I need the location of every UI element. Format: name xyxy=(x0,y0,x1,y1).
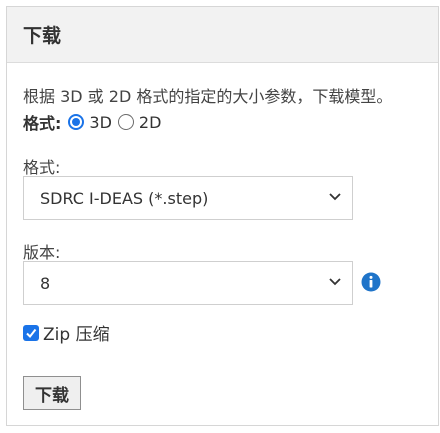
radio-3d[interactable] xyxy=(68,114,85,130)
zip-label[interactable]: Zip 压缩 xyxy=(43,320,110,345)
panel-header: 下载 xyxy=(7,7,438,63)
download-panel: 下载 根据 3D 或 2D 格式的指定的大小参数，下载模型。 格式: 3D 2D… xyxy=(6,6,439,426)
format-select[interactable]: SDRC I-DEAS (*.step) xyxy=(23,176,353,220)
radio-2d-label[interactable]: 2D xyxy=(139,113,162,132)
zip-option[interactable]: Zip 压缩 xyxy=(23,320,110,345)
version-select[interactable]: 8 xyxy=(23,261,353,305)
version-label: 版本: xyxy=(23,243,61,262)
format-type-row: 格式: 3D 2D xyxy=(23,110,167,134)
panel-title: 下载 xyxy=(23,25,62,47)
version-select-value: 8 xyxy=(40,273,51,293)
radio-2d[interactable] xyxy=(117,114,134,130)
format-type-label: 格式: xyxy=(23,114,62,133)
info-icon[interactable] xyxy=(361,272,381,292)
chevron-down-icon xyxy=(329,193,341,201)
chevron-down-icon xyxy=(329,278,341,286)
zip-checkbox[interactable] xyxy=(23,324,39,341)
format-select-value: SDRC I-DEAS (*.step) xyxy=(40,188,209,208)
radio-3d-label[interactable]: 3D xyxy=(89,113,112,132)
format-label: 格式: xyxy=(23,158,61,177)
download-button[interactable]: 下载 xyxy=(23,376,81,410)
description-text: 根据 3D 或 2D 格式的指定的大小参数，下载模型。 xyxy=(23,87,393,106)
checkmark-icon xyxy=(26,328,37,338)
